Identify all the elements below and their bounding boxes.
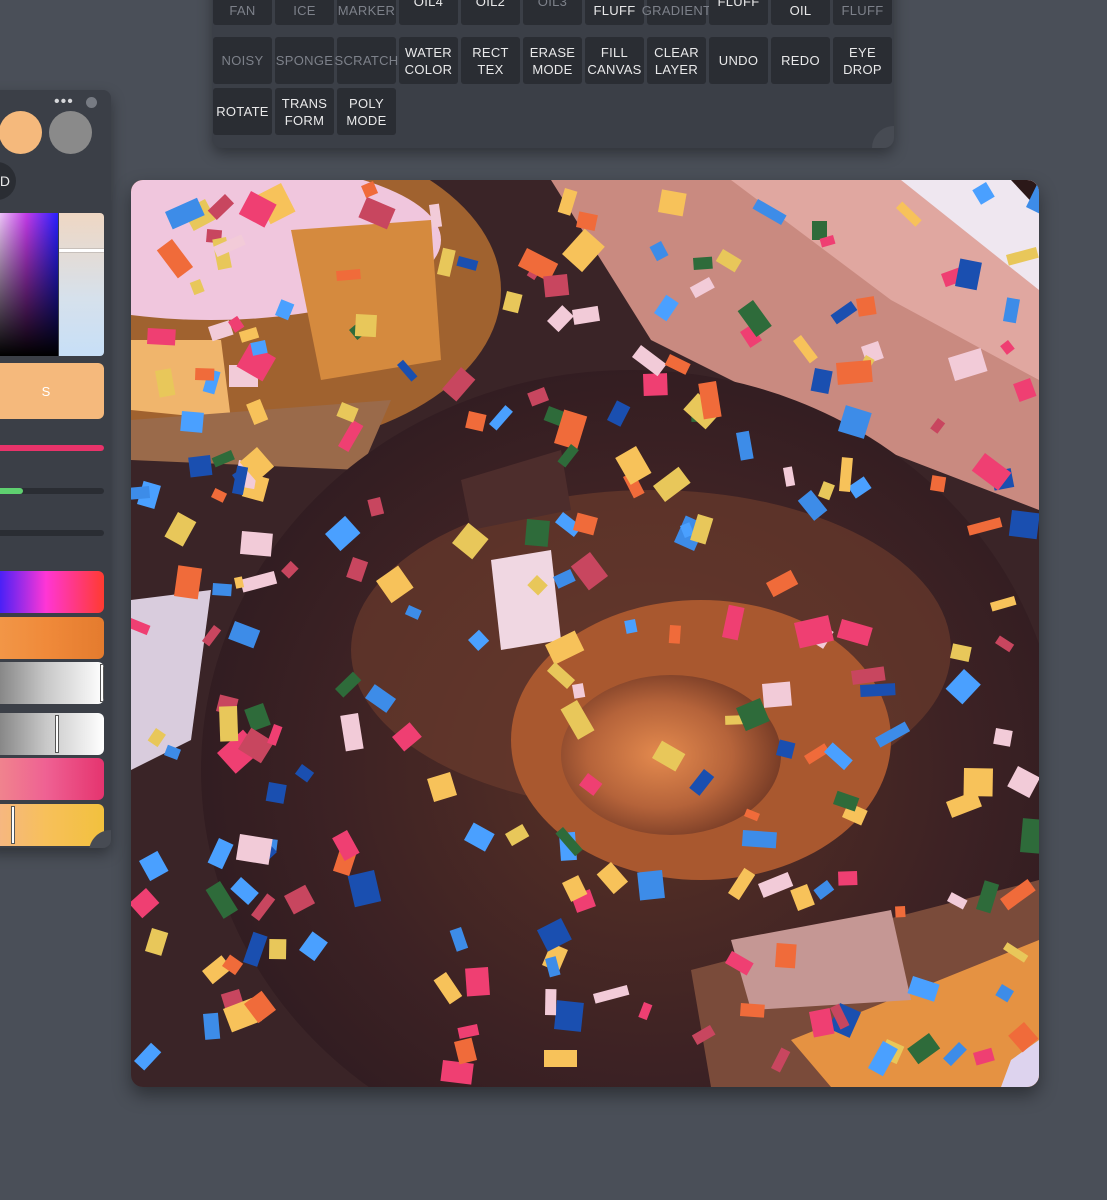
- tool-oil4-button[interactable]: OIL4: [399, 0, 458, 25]
- sprinkle: [637, 870, 665, 901]
- tool-fried-fluff-button[interactable]: FRIED FLUFF: [833, 0, 892, 25]
- sprinkle: [963, 768, 993, 797]
- sprinkle: [692, 256, 713, 270]
- sprinkle: [1020, 818, 1039, 855]
- sprinkle: [1008, 509, 1039, 540]
- sprinkle: [219, 706, 239, 742]
- donut-painting: [131, 180, 1039, 1087]
- gray-ramp-1-handle[interactable]: [100, 664, 104, 702]
- color-swatch-secondary[interactable]: [49, 111, 92, 154]
- flow-slider[interactable]: [0, 530, 104, 536]
- sprinkle: [838, 871, 858, 886]
- yellow-ramp-gradient-bar[interactable]: [0, 804, 104, 846]
- opacity-slider-fill: [0, 488, 23, 494]
- tool-scratch-button[interactable]: SCRATCH: [335, 37, 398, 84]
- sprinkle: [440, 1060, 474, 1085]
- tool-noisy-button[interactable]: NOISY: [213, 37, 272, 84]
- sprinkle: [524, 518, 550, 547]
- sprinkle: [336, 269, 361, 282]
- panel-close-dot[interactable]: [86, 97, 97, 108]
- brush-mode-label: D: [0, 173, 10, 189]
- tool-fluff-button[interactable]: FLUFF: [709, 0, 768, 25]
- tool-rect-tex-button[interactable]: RECT TEX: [461, 37, 520, 84]
- tool-eye-drop-button[interactable]: EYE DROP: [833, 37, 892, 84]
- tool-dry-oil-button[interactable]: DRY OIL: [771, 0, 830, 25]
- sprinkle: [543, 273, 570, 298]
- color-panel: ••• D S: [0, 90, 111, 848]
- size-slider-fill: [0, 445, 104, 451]
- tool-dry-marker-button[interactable]: DRY MARKER: [337, 0, 396, 25]
- size-slider[interactable]: [0, 445, 104, 451]
- sprinkle: [553, 1000, 584, 1032]
- sprinkle: [775, 943, 797, 969]
- sprinkle: [545, 989, 557, 1016]
- current-color-label: S: [41, 383, 51, 399]
- color-swatch-primary[interactable]: [0, 111, 42, 154]
- panel-resize-handle[interactable]: [872, 126, 894, 148]
- tint-slider[interactable]: [59, 213, 104, 356]
- more-horizontal-icon[interactable]: •••: [54, 93, 74, 111]
- tool-clear-layer-button[interactable]: CLEAR LAYER: [647, 37, 706, 84]
- tool-water-color-button[interactable]: WATER COLOR: [399, 37, 458, 84]
- pink-ramp-gradient-bar[interactable]: [0, 758, 104, 800]
- saturation-value-picker[interactable]: [0, 213, 58, 356]
- gray-ramp-2-gradient-bar[interactable]: [0, 713, 104, 755]
- sprinkle: [195, 368, 215, 381]
- tool-undo-button[interactable]: UNDO: [709, 37, 768, 84]
- sprinkle: [212, 583, 232, 597]
- sprinkle: [544, 1050, 577, 1067]
- sprinkle: [761, 681, 792, 708]
- sprinkle: [860, 683, 896, 697]
- sprinkle: [180, 411, 204, 433]
- tool-blur-fan-gradient-button[interactable]: BLUR FAN GRADIENT: [642, 0, 711, 25]
- drawing-canvas[interactable]: [131, 180, 1039, 1087]
- tool-rotate-button[interactable]: ROTATE: [213, 88, 272, 135]
- sprinkle: [465, 967, 490, 997]
- sprinkle: [265, 781, 287, 804]
- sprinkle: [643, 373, 668, 396]
- sprinkle: [239, 530, 273, 557]
- tool-fill-canvas-button[interactable]: FILL CANVAS: [585, 37, 644, 84]
- opacity-slider[interactable]: [0, 488, 104, 494]
- yellow-ramp-handle[interactable]: [11, 806, 16, 844]
- current-color-button[interactable]: S: [0, 363, 104, 419]
- tool-oil3-button[interactable]: OIL3: [523, 0, 582, 25]
- gradient-orange-gradient-bar[interactable]: [0, 617, 104, 659]
- sprinkle: [740, 1003, 765, 1018]
- gray-ramp-1-gradient-bar[interactable]: [0, 662, 104, 704]
- tool-erase-mode-button[interactable]: ERASE MODE: [523, 37, 582, 84]
- tint-slider-handle[interactable]: [59, 248, 104, 252]
- tool-smudge-fluff-button[interactable]: SMUDGE FLUFF: [585, 0, 644, 25]
- sprinkle: [895, 905, 906, 918]
- tool-poly-mode-button[interactable]: POLY MODE: [337, 88, 396, 135]
- hue-gradient-bar[interactable]: [0, 571, 104, 613]
- tool-redo-button[interactable]: REDO: [771, 37, 830, 84]
- sprinkle: [235, 834, 273, 865]
- sprinkle: [929, 475, 947, 493]
- sprinkle: [269, 939, 287, 960]
- tool-trans-form-button[interactable]: TRANS FORM: [275, 88, 334, 135]
- brush-tool-panel: BLUR FANBLUR ICEDRY MARKEROIL4OIL2OIL3SM…: [212, 0, 894, 148]
- sprinkle: [658, 189, 687, 217]
- sprinkle: [174, 565, 203, 600]
- sprinkle: [203, 1012, 221, 1040]
- sprinkle: [835, 359, 873, 385]
- sprinkle: [131, 486, 151, 500]
- tool-blur-fan-button[interactable]: BLUR FAN: [213, 0, 272, 25]
- sprinkle: [668, 625, 681, 644]
- brush-mode-toggle[interactable]: D: [0, 162, 16, 200]
- gray-ramp-2-handle[interactable]: [55, 715, 60, 753]
- sprinkle: [812, 221, 827, 240]
- sprinkle: [856, 296, 877, 317]
- sprinkle: [741, 830, 777, 849]
- tool-oil2-button[interactable]: OIL2: [461, 0, 520, 25]
- sprinkle: [188, 455, 213, 478]
- tool-blur-ice-button[interactable]: BLUR ICE: [275, 0, 334, 25]
- sprinkle: [354, 314, 377, 338]
- tool-sponge-button[interactable]: SPONGE: [275, 37, 334, 84]
- sprinkle: [993, 728, 1013, 747]
- sprinkle: [147, 328, 176, 346]
